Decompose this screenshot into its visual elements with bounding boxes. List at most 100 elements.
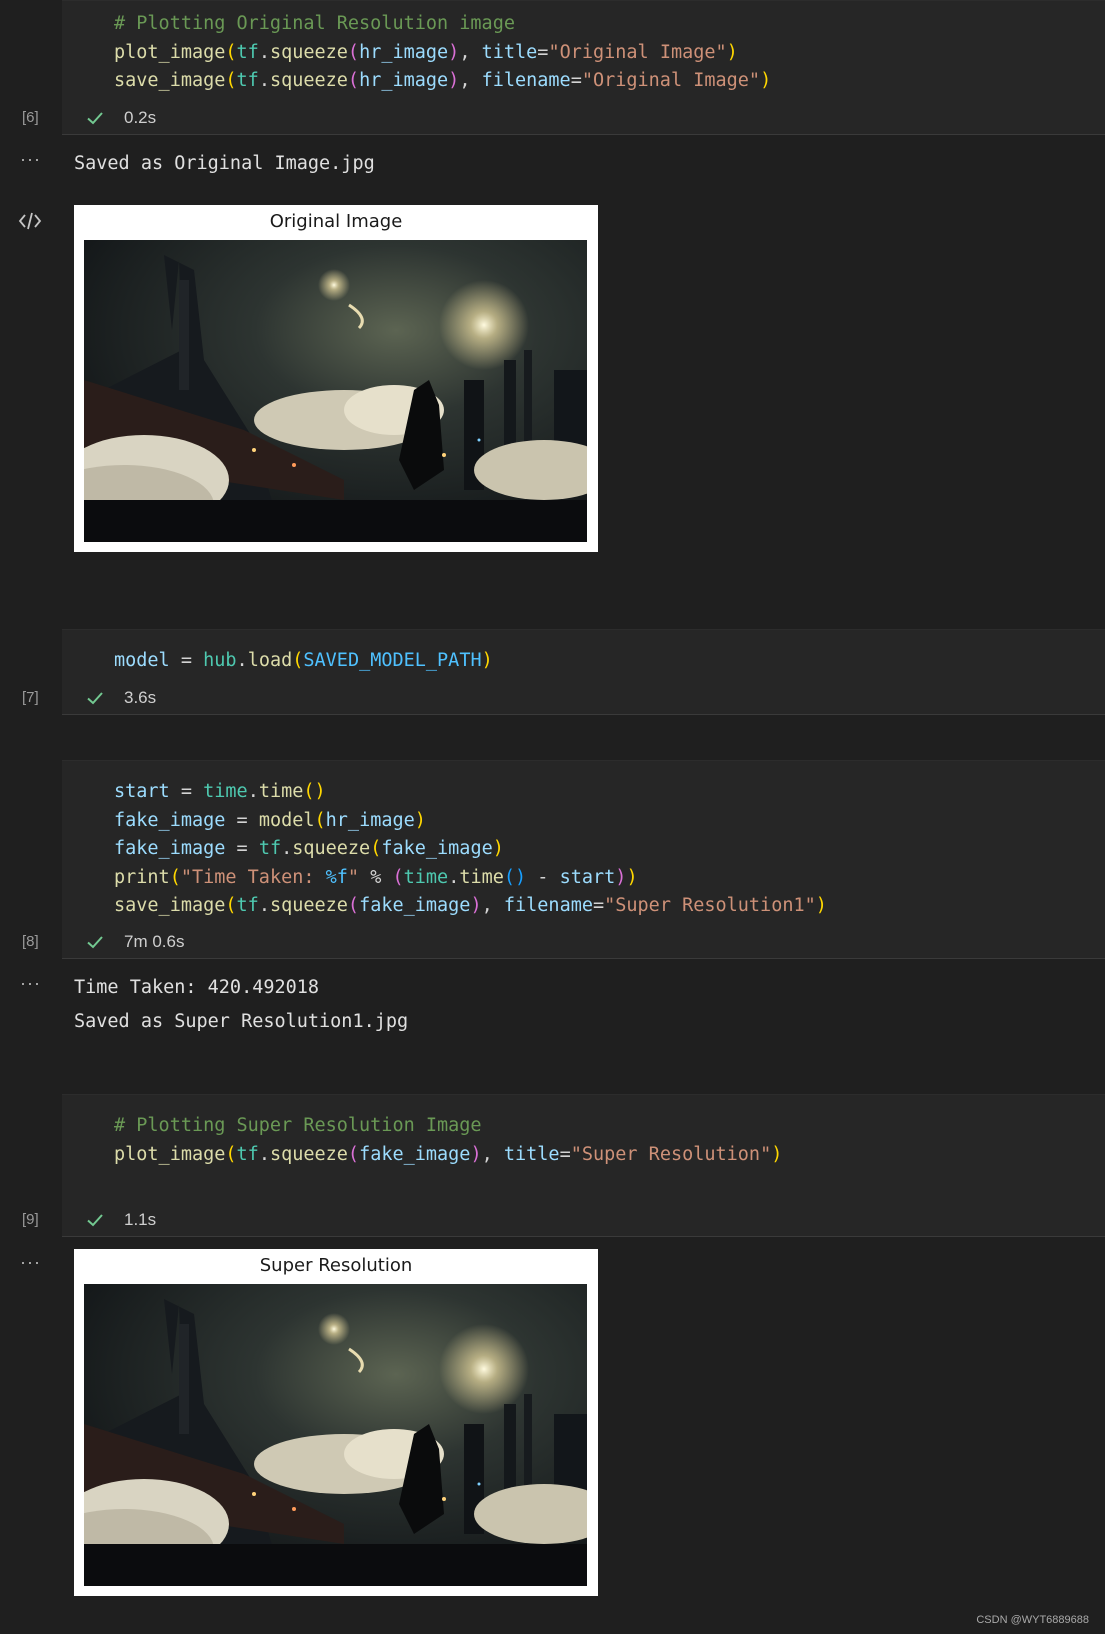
code-line: model = hub.load(SAVED_MODEL_PATH) xyxy=(114,647,493,676)
code-token: ( xyxy=(225,70,237,92)
code-line: start = time.time() xyxy=(114,778,827,807)
code-token: . xyxy=(258,41,270,63)
code-token: = xyxy=(592,895,605,917)
code-token: ) xyxy=(470,895,482,917)
figure-title: Original Image xyxy=(269,211,403,232)
code-token: , xyxy=(481,895,504,917)
code-token: time xyxy=(203,781,248,802)
code-token: plot_image xyxy=(114,1143,226,1165)
plotted-image xyxy=(84,240,587,542)
code-token: time xyxy=(258,781,304,802)
code-line: fake_image = tf.squeeze(fake_image) xyxy=(114,835,827,864)
code-token: ( xyxy=(347,70,360,92)
check-icon xyxy=(87,692,103,705)
code-token: "Super Resolution" xyxy=(570,1143,772,1165)
code-token: " xyxy=(347,866,360,888)
execution-duration: 7m 0.6s xyxy=(124,932,185,951)
execution-count: [7] xyxy=(22,689,39,706)
code-token: tf xyxy=(236,41,259,63)
code-editor[interactable]: start = time.time() fake_image = model(hr… xyxy=(114,778,827,921)
code-line: save_image(tf.squeeze(fake_image), filen… xyxy=(114,892,827,921)
code-token: ) xyxy=(615,866,627,888)
code-token: ) xyxy=(414,809,426,831)
code-token: fake_image xyxy=(114,809,226,831)
code-token: = xyxy=(559,1143,571,1165)
code-line: fake_image = model(hr_image) xyxy=(114,807,827,836)
code-token: ( xyxy=(347,41,360,63)
code-line: plot_image(tf.squeeze(fake_image), title… xyxy=(114,1141,782,1170)
code-token: = xyxy=(570,70,582,92)
execution-count: [6] xyxy=(22,109,39,126)
watermark: CSDN @WYT6889688 xyxy=(976,1614,1089,1626)
code-icon[interactable] xyxy=(18,210,42,232)
more-horizontal-icon[interactable]: ··· xyxy=(20,973,41,994)
code-token: squeeze xyxy=(292,838,371,860)
code-token: hr_image xyxy=(325,809,415,831)
code-token: ) xyxy=(771,1143,783,1165)
code-token: fake_image xyxy=(381,838,493,860)
code-token: = xyxy=(537,41,549,63)
code-token: = xyxy=(169,781,204,802)
code-token: ( xyxy=(225,41,237,63)
code-line: # Plotting Super Resolution Image xyxy=(114,1112,782,1141)
code-token: ) xyxy=(481,650,493,671)
code-token: () xyxy=(303,781,326,802)
cell-output-text: Saved as Original Image.jpg xyxy=(74,153,375,174)
code-token: tf xyxy=(236,895,259,917)
code-token: , xyxy=(481,1143,504,1165)
more-horizontal-icon[interactable]: ··· xyxy=(20,149,41,170)
code-token: hub xyxy=(203,650,237,671)
code-token: plot_image xyxy=(114,41,226,63)
code-token: load xyxy=(247,650,293,671)
code-token: = xyxy=(225,809,259,831)
code-token: squeeze xyxy=(269,41,348,63)
code-token: ) xyxy=(448,70,460,92)
code-token: "Original Image" xyxy=(548,41,727,63)
execution-duration: 1.1s xyxy=(124,1210,157,1229)
code-line: save_image(tf.squeeze(hr_image), filenam… xyxy=(114,67,771,96)
code-token: hr_image xyxy=(359,70,449,92)
check-icon xyxy=(87,112,103,125)
code-token: fake_image xyxy=(114,838,226,860)
code-editor[interactable]: # Plotting Original Resolution image plot… xyxy=(114,10,771,96)
code-token: () xyxy=(503,866,527,888)
code-token: "Super Resolution1" xyxy=(604,895,816,917)
code-token: time xyxy=(403,866,449,888)
code-token: tf xyxy=(236,1143,259,1165)
code-token: # Plotting Original Resolution image xyxy=(114,13,515,34)
code-token: fake_image xyxy=(359,1143,471,1165)
code-token: filename xyxy=(481,70,571,92)
code-token: print xyxy=(114,866,170,888)
code-token: # Plotting Super Resolution Image xyxy=(114,1115,482,1136)
code-token: ) xyxy=(448,41,460,63)
code-token: . xyxy=(281,838,293,860)
code-token: filename xyxy=(503,895,593,917)
code-editor[interactable]: model = hub.load(SAVED_MODEL_PATH) xyxy=(114,647,493,676)
code-token: % xyxy=(359,866,393,888)
code-token: ( xyxy=(347,1143,360,1165)
code-token: ( xyxy=(225,895,237,917)
code-token: model xyxy=(258,809,315,831)
execution-count: [9] xyxy=(22,1211,39,1228)
code-token: time xyxy=(459,866,504,888)
code-token: ) xyxy=(626,866,638,888)
code-token: tf xyxy=(236,70,259,92)
execution-duration: 3.6s xyxy=(124,688,157,707)
code-token: - xyxy=(526,866,560,888)
code-line: plot_image(tf.squeeze(hr_image), title="… xyxy=(114,39,771,68)
cell-output-text: Saved as Super Resolution1.jpg xyxy=(74,1011,409,1032)
code-token: save_image xyxy=(114,70,226,92)
plotted-image xyxy=(84,1284,587,1586)
more-horizontal-icon[interactable]: ··· xyxy=(20,1252,41,1273)
cell-output-text: Time Taken: 420.492018 xyxy=(74,977,320,998)
code-token: ) xyxy=(726,41,738,63)
execution-count: [8] xyxy=(22,933,39,950)
code-token: title xyxy=(503,1143,560,1165)
code-token: . xyxy=(448,866,460,888)
execution-duration: 0.2s xyxy=(124,108,157,127)
code-token: . xyxy=(236,650,248,671)
code-editor[interactable]: # Plotting Super Resolution Image plot_im… xyxy=(114,1112,782,1169)
code-token: ) xyxy=(492,838,504,860)
code-token: squeeze xyxy=(269,70,348,92)
code-token: ( xyxy=(392,866,404,888)
